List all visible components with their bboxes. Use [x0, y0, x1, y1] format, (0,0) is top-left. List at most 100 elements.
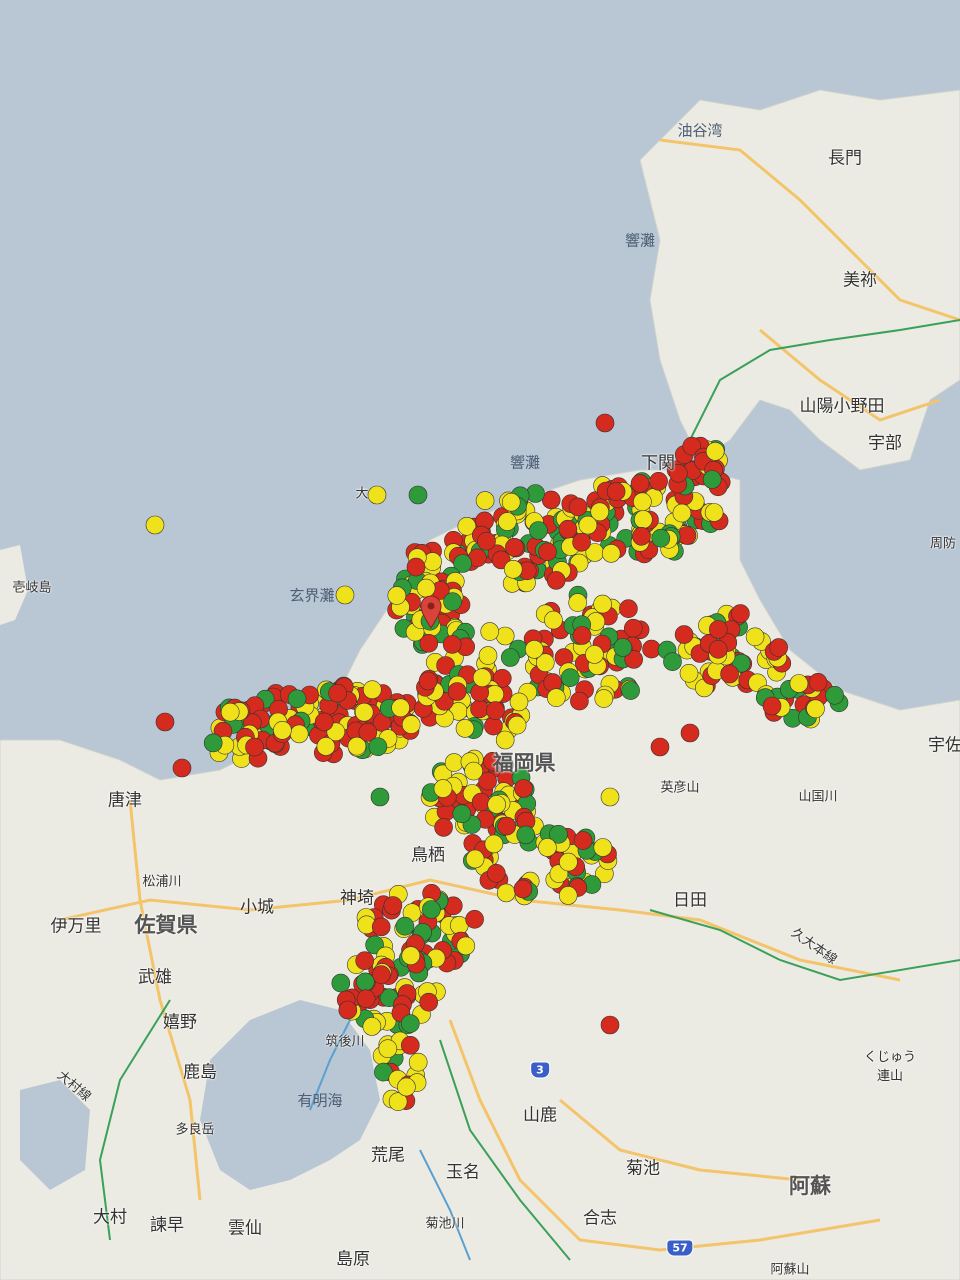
- map-dot-marker[interactable]: [172, 758, 192, 778]
- map-dot-marker[interactable]: [465, 909, 484, 929]
- map-dot-marker[interactable]: [486, 701, 505, 720]
- map-dot-marker[interactable]: [477, 531, 496, 551]
- map-dot-marker[interactable]: [633, 510, 653, 529]
- map-dot-marker[interactable]: [444, 753, 464, 772]
- map-dot-marker[interactable]: [633, 492, 652, 512]
- map-dot-marker[interactable]: [568, 593, 588, 612]
- map-dot-marker[interactable]: [447, 682, 467, 701]
- map-dot-marker[interactable]: [368, 737, 388, 757]
- map-dot-marker[interactable]: [472, 668, 492, 688]
- map-dot-marker[interactable]: [806, 699, 825, 719]
- map-dot-marker[interactable]: [145, 515, 165, 535]
- map-dot-marker[interactable]: [578, 515, 598, 535]
- map-dot-marker[interactable]: [529, 521, 548, 540]
- map-dot-marker[interactable]: [406, 557, 426, 577]
- map-dot-marker[interactable]: [619, 599, 638, 619]
- map-dot-marker[interactable]: [720, 664, 739, 684]
- map-dot-marker[interactable]: [513, 879, 533, 899]
- map-dot-marker[interactable]: [484, 716, 503, 736]
- map-dot-marker[interactable]: [289, 724, 309, 744]
- map-dot-marker[interactable]: [559, 852, 578, 872]
- map-dot-marker[interactable]: [762, 696, 782, 716]
- map-dot-marker[interactable]: [558, 519, 578, 539]
- map-dot-marker[interactable]: [371, 965, 391, 985]
- map-dot-marker[interactable]: [514, 779, 533, 798]
- map-dot-marker[interactable]: [573, 831, 593, 850]
- map-dot-marker[interactable]: [433, 779, 453, 798]
- map-dot-marker[interactable]: [442, 635, 462, 654]
- map-dot-marker[interactable]: [487, 795, 507, 814]
- map-dot-marker[interactable]: [825, 685, 844, 705]
- map-dot-marker[interactable]: [600, 1015, 620, 1035]
- map-dot-marker[interactable]: [408, 1052, 428, 1072]
- map-dot-marker[interactable]: [328, 683, 347, 703]
- map-dot-marker[interactable]: [401, 946, 421, 966]
- map-dot-marker[interactable]: [367, 485, 387, 505]
- map-view[interactable]: 油谷湾 響灘 響灘 玄界灘 有明海 壱岐島 長門 美祢 山陽小野田 宇部 下関 …: [0, 0, 960, 1280]
- map-dot-marker[interactable]: [708, 639, 728, 659]
- map-dot-marker[interactable]: [649, 471, 668, 491]
- map-dot-marker[interactable]: [484, 834, 504, 854]
- map-dot-marker[interactable]: [623, 618, 643, 638]
- map-dot-marker[interactable]: [452, 804, 472, 824]
- map-dot-marker[interactable]: [705, 442, 725, 461]
- map-dot-marker[interactable]: [401, 715, 421, 734]
- map-dot-marker[interactable]: [497, 512, 517, 531]
- map-dot-marker[interactable]: [356, 989, 376, 1009]
- map-dot-marker[interactable]: [378, 1039, 398, 1058]
- map-dot-marker[interactable]: [314, 712, 334, 732]
- map-dot-marker[interactable]: [769, 638, 789, 657]
- map-dot-marker[interactable]: [630, 474, 650, 493]
- map-dot-marker[interactable]: [331, 973, 351, 993]
- map-dot-marker[interactable]: [419, 992, 439, 1012]
- map-dot-marker[interactable]: [595, 413, 615, 433]
- map-dot-marker[interactable]: [601, 544, 621, 563]
- map-dot-marker[interactable]: [789, 674, 809, 693]
- map-dot-marker[interactable]: [470, 699, 489, 719]
- map-dot-marker[interactable]: [371, 917, 391, 937]
- map-dot-marker[interactable]: [680, 723, 700, 743]
- map-dot-marker[interactable]: [642, 639, 661, 659]
- map-dot-marker[interactable]: [471, 792, 491, 812]
- map-dot-marker[interactable]: [503, 559, 523, 579]
- map-dot-marker[interactable]: [355, 972, 375, 992]
- map-dot-marker[interactable]: [621, 681, 640, 700]
- map-dot-marker[interactable]: [544, 610, 563, 630]
- map-dot-marker[interactable]: [651, 528, 671, 548]
- map-dot-marker[interactable]: [338, 1000, 358, 1020]
- map-dot-marker[interactable]: [507, 715, 527, 735]
- map-dot-marker[interactable]: [509, 692, 529, 712]
- map-dot-marker[interactable]: [456, 936, 476, 956]
- map-dot-marker[interactable]: [632, 526, 651, 546]
- map-dot-marker[interactable]: [408, 485, 428, 505]
- map-dot-marker[interactable]: [387, 586, 407, 605]
- map-dot-marker[interactable]: [568, 497, 588, 517]
- map-dot-marker[interactable]: [418, 671, 438, 691]
- map-dot-marker[interactable]: [708, 620, 728, 639]
- map-dot-marker[interactable]: [434, 818, 453, 837]
- map-dot-marker[interactable]: [593, 838, 613, 857]
- map-dot-marker[interactable]: [220, 702, 240, 722]
- map-dot-marker[interactable]: [416, 578, 436, 598]
- map-dot-marker[interactable]: [391, 698, 410, 718]
- map-dot-marker[interactable]: [524, 640, 544, 659]
- map-dot-marker[interactable]: [546, 571, 566, 590]
- map-dot-marker[interactable]: [541, 490, 561, 510]
- map-dot-marker[interactable]: [495, 626, 515, 646]
- map-dot-marker[interactable]: [478, 646, 498, 665]
- map-dot-marker[interactable]: [400, 1036, 420, 1055]
- map-dot-marker[interactable]: [704, 503, 724, 522]
- map-dot-marker[interactable]: [808, 672, 828, 692]
- map-dot-marker[interactable]: [496, 883, 516, 903]
- map-dot-marker[interactable]: [370, 787, 390, 807]
- map-dot-marker[interactable]: [362, 680, 382, 700]
- map-dot-marker[interactable]: [594, 689, 614, 708]
- map-dot-marker[interactable]: [443, 592, 462, 612]
- map-dot-marker[interactable]: [464, 761, 483, 781]
- map-dot-marker[interactable]: [273, 720, 292, 740]
- map-dot-marker[interactable]: [731, 604, 750, 623]
- map-dot-marker[interactable]: [423, 552, 442, 571]
- map-dot-marker[interactable]: [558, 886, 578, 905]
- map-dot-marker[interactable]: [355, 951, 375, 971]
- map-dot-marker[interactable]: [287, 689, 307, 709]
